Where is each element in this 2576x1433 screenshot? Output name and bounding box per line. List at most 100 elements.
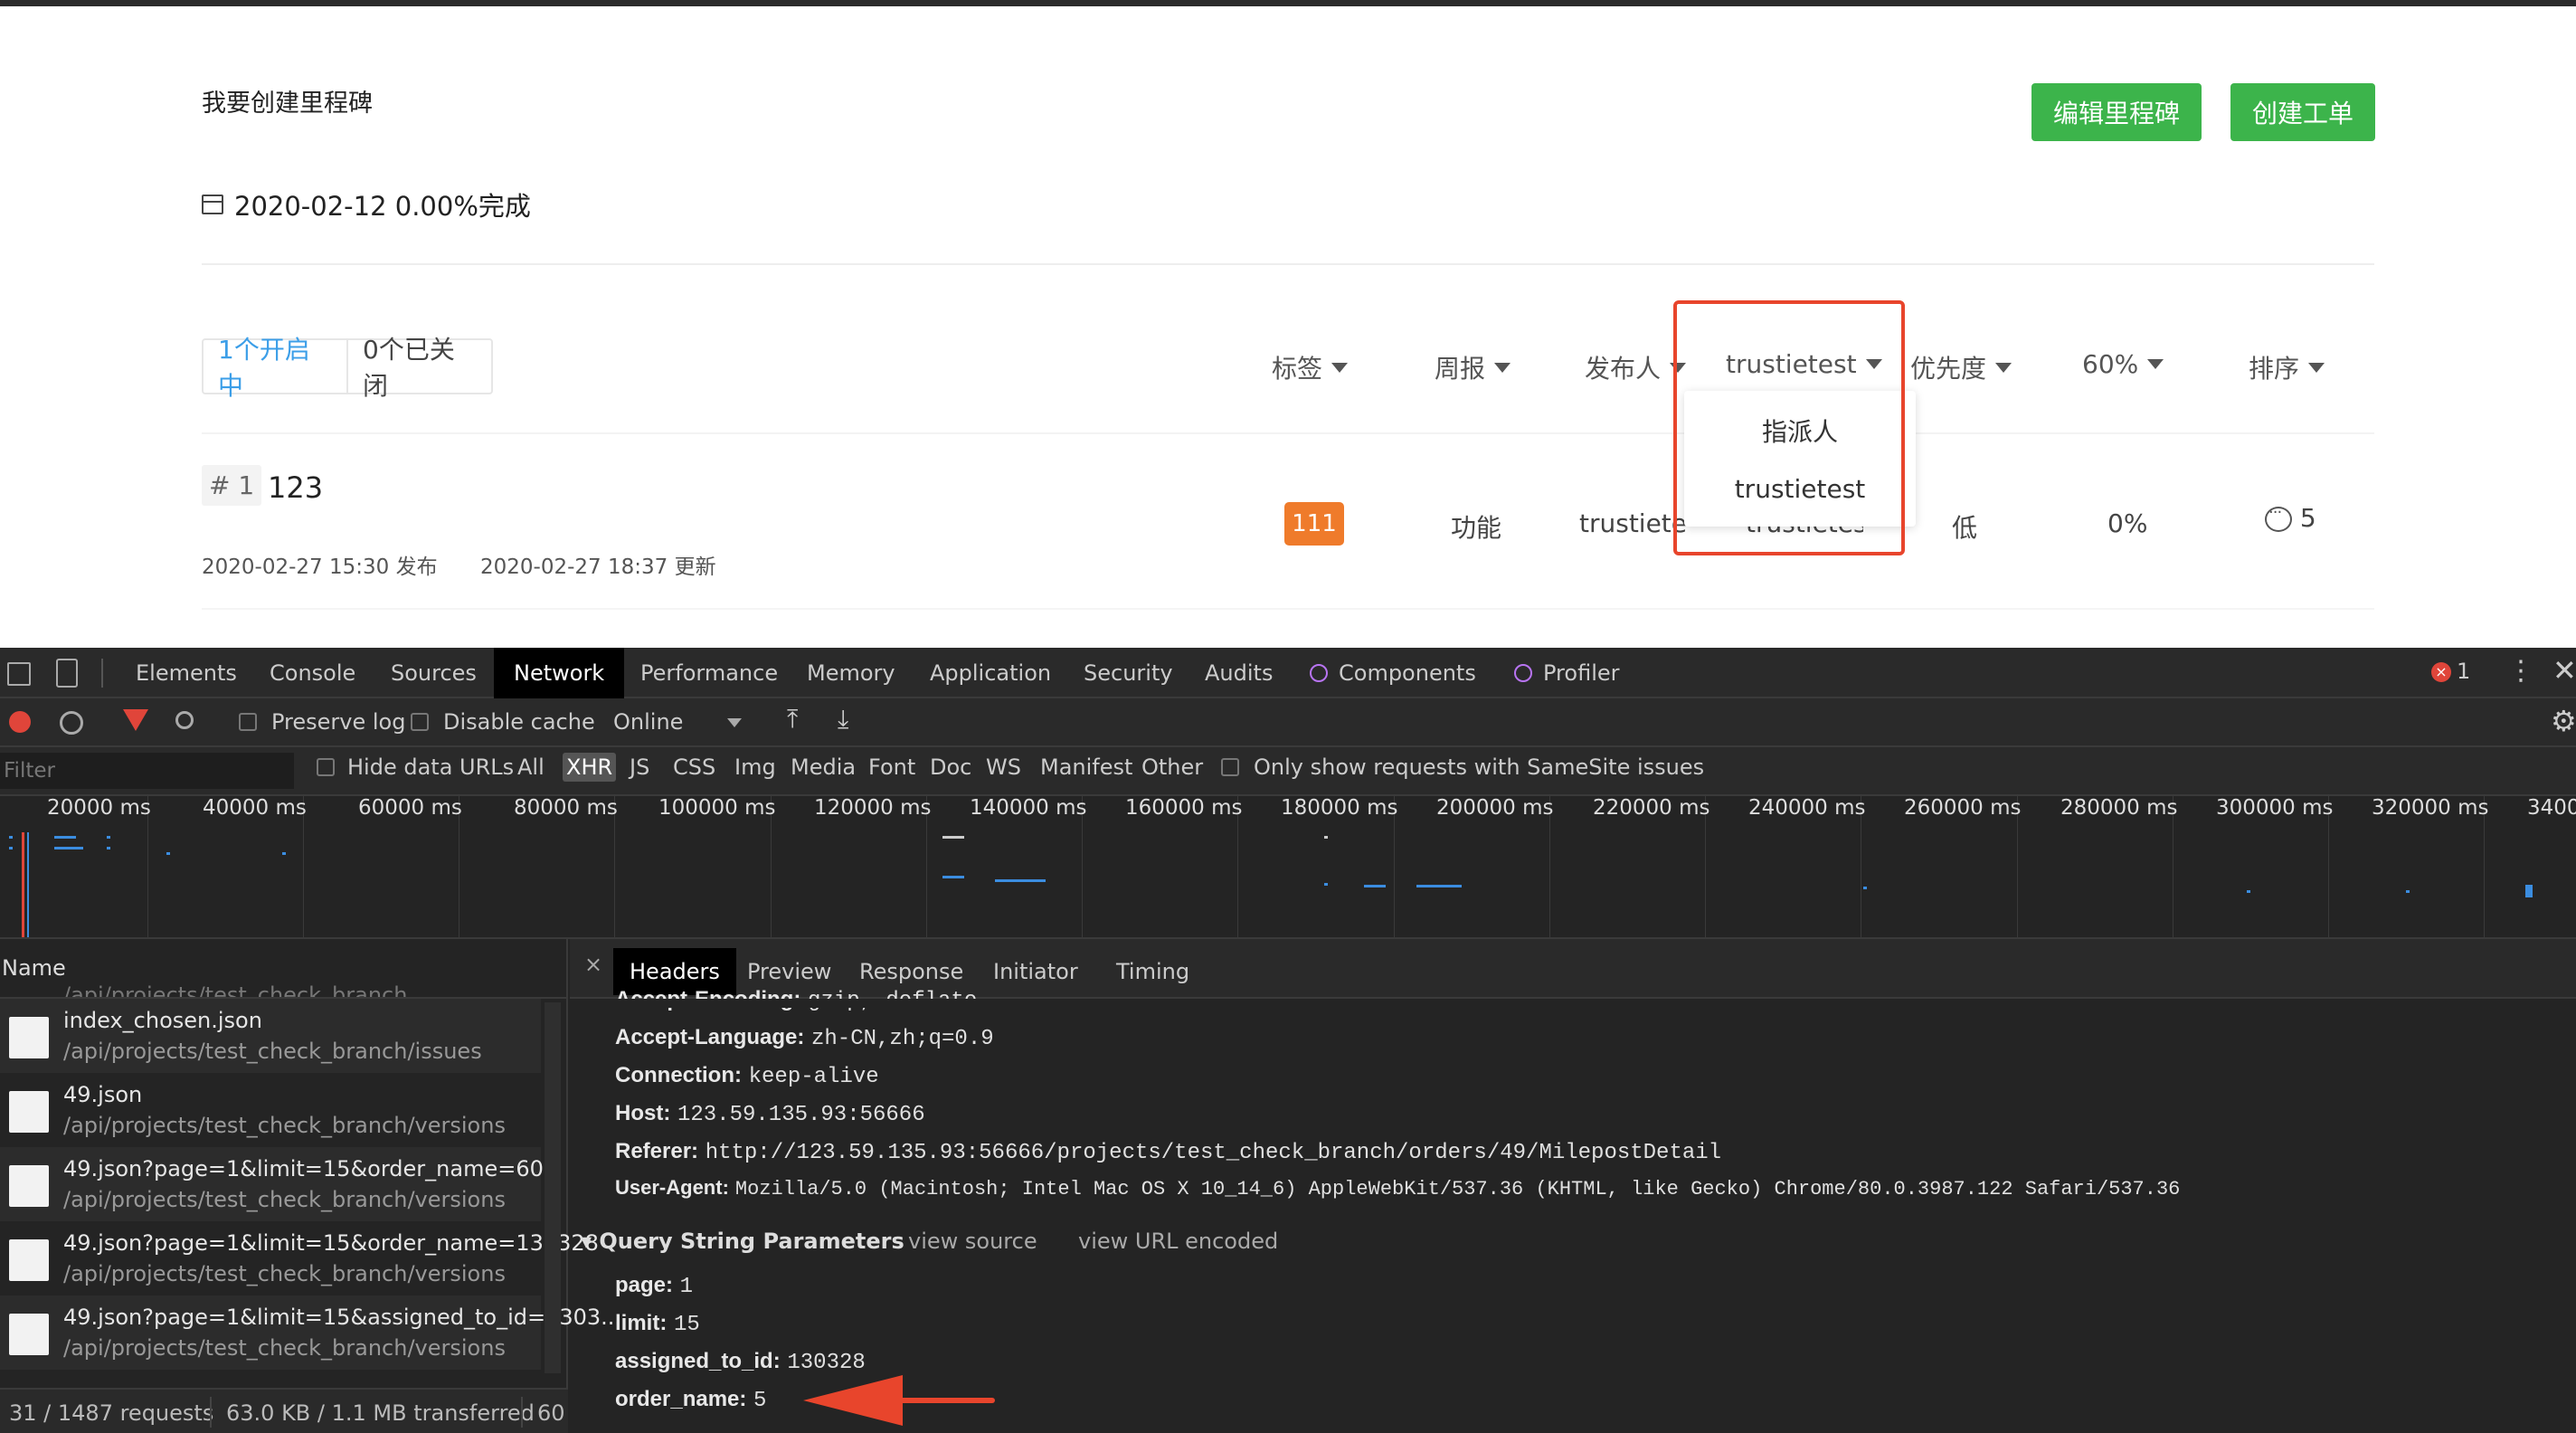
request-name: 49.json?page=1&limit=15&order_name=13032… <box>63 1230 599 1256</box>
separator <box>210 1397 212 1428</box>
scrollbar[interactable] <box>545 1002 561 1373</box>
download-icon[interactable]: ⤓ <box>838 704 848 735</box>
type-media[interactable]: Media <box>791 754 856 780</box>
clear-icon[interactable] <box>60 711 83 735</box>
timeline-overview[interactable]: 20000 ms 40000 ms 60000 ms 80000 ms 1000… <box>0 796 2576 939</box>
tab-audits[interactable]: Audits <box>1185 648 1293 698</box>
view-url-encoded-link[interactable]: view URL encoded <box>1078 1229 1278 1254</box>
request-dot <box>166 852 170 855</box>
filter-label-text: 标签 <box>1272 354 1323 384</box>
upload-icon[interactable]: ⤒ <box>787 704 798 735</box>
header-key: Accept-Language: <box>615 1025 805 1049</box>
tab-initiator[interactable]: Initiator <box>977 948 1094 995</box>
query-string-section[interactable]: ▾ Query String Parameters <box>581 1229 904 1254</box>
preserve-log-checkbox[interactable] <box>239 713 257 731</box>
name-column-header[interactable]: Name <box>0 939 568 999</box>
edit-milestone-button[interactable]: 编辑里程碑 <box>2031 83 2202 141</box>
tab-memory[interactable]: Memory <box>787 648 915 698</box>
type-js[interactable]: JS <box>630 754 649 780</box>
request-row[interactable]: index_chosen.json /api/projects/test_che… <box>0 999 541 1073</box>
top-border <box>0 0 2576 6</box>
view-source-link[interactable]: view source <box>908 1229 1037 1254</box>
request-dot <box>9 836 13 839</box>
tab-components[interactable]: Components <box>1290 648 1496 698</box>
chevron-down-icon <box>2308 362 2325 373</box>
tab-console[interactable]: Console <box>250 648 375 698</box>
hide-data-urls-label: Hide data URLs <box>347 754 515 780</box>
tab-security[interactable]: Security <box>1064 648 1193 698</box>
close-detail-icon[interactable]: × <box>584 952 602 977</box>
type-other[interactable]: Other <box>1141 754 1203 780</box>
issue-author: trustietest <box>1579 508 1686 538</box>
settings-gear-icon[interactable]: ⚙ <box>2551 704 2576 738</box>
status-bar: 31 / 1487 requests 63.0 KB / 1.1 MB tran… <box>0 1388 568 1433</box>
request-dot <box>1364 885 1386 887</box>
inspect-icon[interactable] <box>7 662 31 686</box>
separator <box>101 659 103 688</box>
request-row-selected[interactable]: 49.json?page=1&limit=15&assigned_to_id=1… <box>0 1295 621 1370</box>
chevron-down-icon[interactable] <box>727 718 742 727</box>
filter-sort-text: 排序 <box>2249 354 2300 384</box>
type-font[interactable]: Font <box>868 754 915 780</box>
param-key: order_name: <box>615 1387 747 1411</box>
request-dot <box>942 876 964 878</box>
filter-input[interactable]: Filter <box>0 753 294 789</box>
filter-icon[interactable] <box>123 709 148 731</box>
issue-comments[interactable]: 5 <box>2265 503 2316 533</box>
tab-closed[interactable]: 0个已关闭 <box>348 330 491 403</box>
type-doc[interactable]: Doc <box>930 754 971 780</box>
close-icon[interactable]: ✕ <box>2552 653 2576 688</box>
request-dot <box>1416 885 1462 887</box>
disable-cache-checkbox[interactable] <box>411 713 429 731</box>
hide-data-urls-checkbox[interactable] <box>317 758 335 776</box>
tab-timing[interactable]: Timing <box>1100 948 1206 995</box>
issue-progress: 0% <box>2107 508 2148 538</box>
header-user-agent: User-Agent: Mozilla/5.0 (Macintosh; Inte… <box>615 1176 2180 1200</box>
separator <box>521 1397 523 1428</box>
request-path: /api/projects/test_check_branch/versions <box>63 1261 506 1286</box>
request-row[interactable]: 49.json?page=1&limit=15&order_name=60 /a… <box>0 1147 544 1221</box>
search-icon[interactable] <box>175 711 194 729</box>
issue-type: 功能 <box>1451 513 1502 543</box>
file-icon <box>9 1165 49 1207</box>
tab-open[interactable]: 1个开启中 <box>204 335 348 401</box>
more-options-icon[interactable]: ⋮ <box>2507 655 2534 687</box>
create-issue-button[interactable]: 创建工单 <box>2230 83 2375 141</box>
filter-publisher[interactable]: 发布人 <box>1585 349 1687 385</box>
chevron-down-icon <box>2147 359 2164 369</box>
tab-network[interactable]: Network <box>494 648 625 698</box>
type-css[interactable]: CSS <box>673 754 715 780</box>
type-manifest[interactable]: Manifest <box>1040 754 1132 780</box>
request-count: 31 / 1487 requests <box>9 1400 214 1426</box>
request-row[interactable]: 49.json?page=1&limit=15&order_name=13032… <box>0 1221 599 1295</box>
type-all[interactable]: All <box>517 754 545 780</box>
request-name: 49.json?page=1&limit=15&order_name=60 <box>63 1156 544 1182</box>
issue-title[interactable]: 123 <box>268 470 323 505</box>
device-toggle-icon[interactable] <box>56 659 78 688</box>
throttle-select[interactable]: Online <box>613 709 683 735</box>
record-icon[interactable] <box>9 711 31 733</box>
status-extra: 60 <box>537 1400 565 1426</box>
filter-label[interactable]: 标签 <box>1272 349 1349 385</box>
tab-elements[interactable]: Elements <box>116 648 257 698</box>
samesite-checkbox[interactable] <box>1221 758 1239 776</box>
filter-sort[interactable]: 排序 <box>2249 349 2325 385</box>
request-dot <box>282 852 286 855</box>
filter-weekly[interactable]: 周报 <box>1435 349 1511 385</box>
header-value: 123.59.135.93:56666 <box>677 1103 925 1127</box>
type-xhr[interactable]: XHR <box>563 753 617 782</box>
react-icon <box>1514 664 1532 682</box>
request-row[interactable]: 49.json /api/projects/test_check_branch/… <box>0 1073 541 1147</box>
tab-profiler[interactable]: Profiler <box>1494 648 1640 698</box>
error-icon[interactable]: × <box>2431 662 2451 682</box>
timeline-label: 80000 ms <box>514 796 618 820</box>
type-ws[interactable]: WS <box>986 754 1021 780</box>
type-img[interactable]: Img <box>734 754 776 780</box>
filter-priority[interactable]: 优先度 <box>1910 349 2012 385</box>
header-value: keep-alive <box>748 1065 879 1089</box>
tab-application[interactable]: Application <box>910 648 1071 698</box>
tab-performance[interactable]: Performance <box>620 648 798 698</box>
filter-progress[interactable]: 60% <box>2082 349 2164 379</box>
tab-sources[interactable]: Sources <box>371 648 497 698</box>
request-dot <box>942 836 964 839</box>
